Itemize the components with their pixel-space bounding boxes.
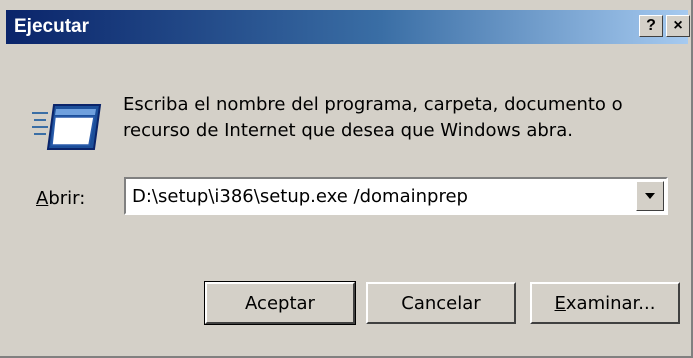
browse-label-rest: xaminar...: [565, 292, 656, 314]
cancel-button[interactable]: Cancelar: [366, 282, 516, 324]
prompt-line-1: Escriba el nombre del programa, carpeta,…: [123, 94, 623, 115]
window-title: Ejecutar: [14, 16, 89, 37]
open-combobox[interactable]: [124, 177, 668, 215]
browse-button[interactable]: Examinar...: [530, 282, 680, 324]
chevron-down-icon: [645, 193, 655, 199]
browse-accelerator: E: [554, 292, 566, 314]
open-label: Abrir:: [36, 188, 85, 209]
close-button[interactable]: ×: [666, 15, 690, 37]
run-dialog: Ejecutar ? × Escriba el nombre del progr…: [0, 0, 693, 358]
title-bar[interactable]: Ejecutar ? ×: [6, 10, 690, 44]
open-input[interactable]: [128, 181, 640, 211]
dropdown-button[interactable]: [636, 181, 664, 211]
prompt-text: Escriba el nombre del programa, carpeta,…: [123, 92, 678, 144]
open-label-accelerator: A: [36, 188, 49, 209]
open-label-rest: brir:: [48, 188, 86, 209]
run-program-icon: [30, 95, 106, 163]
prompt-line-2: recurso de Internet que desea que Window…: [123, 120, 573, 141]
ok-button[interactable]: Aceptar: [204, 281, 356, 325]
help-button[interactable]: ?: [639, 15, 663, 37]
